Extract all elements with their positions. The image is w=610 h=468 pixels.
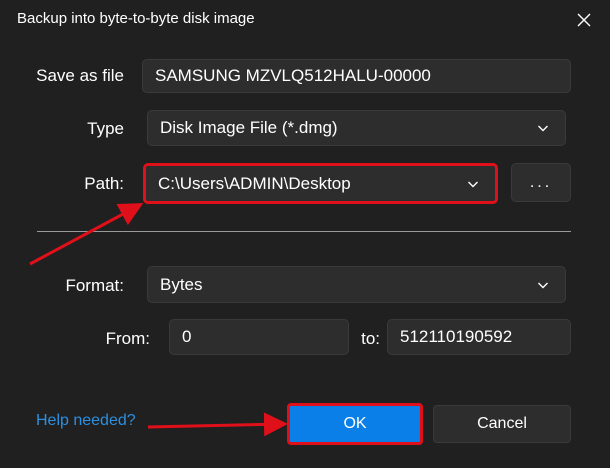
- ok-annotation-arrow: [147, 412, 288, 437]
- annotation-arrows: [29, 203, 288, 437]
- path-annotation-arrow: [29, 203, 144, 266]
